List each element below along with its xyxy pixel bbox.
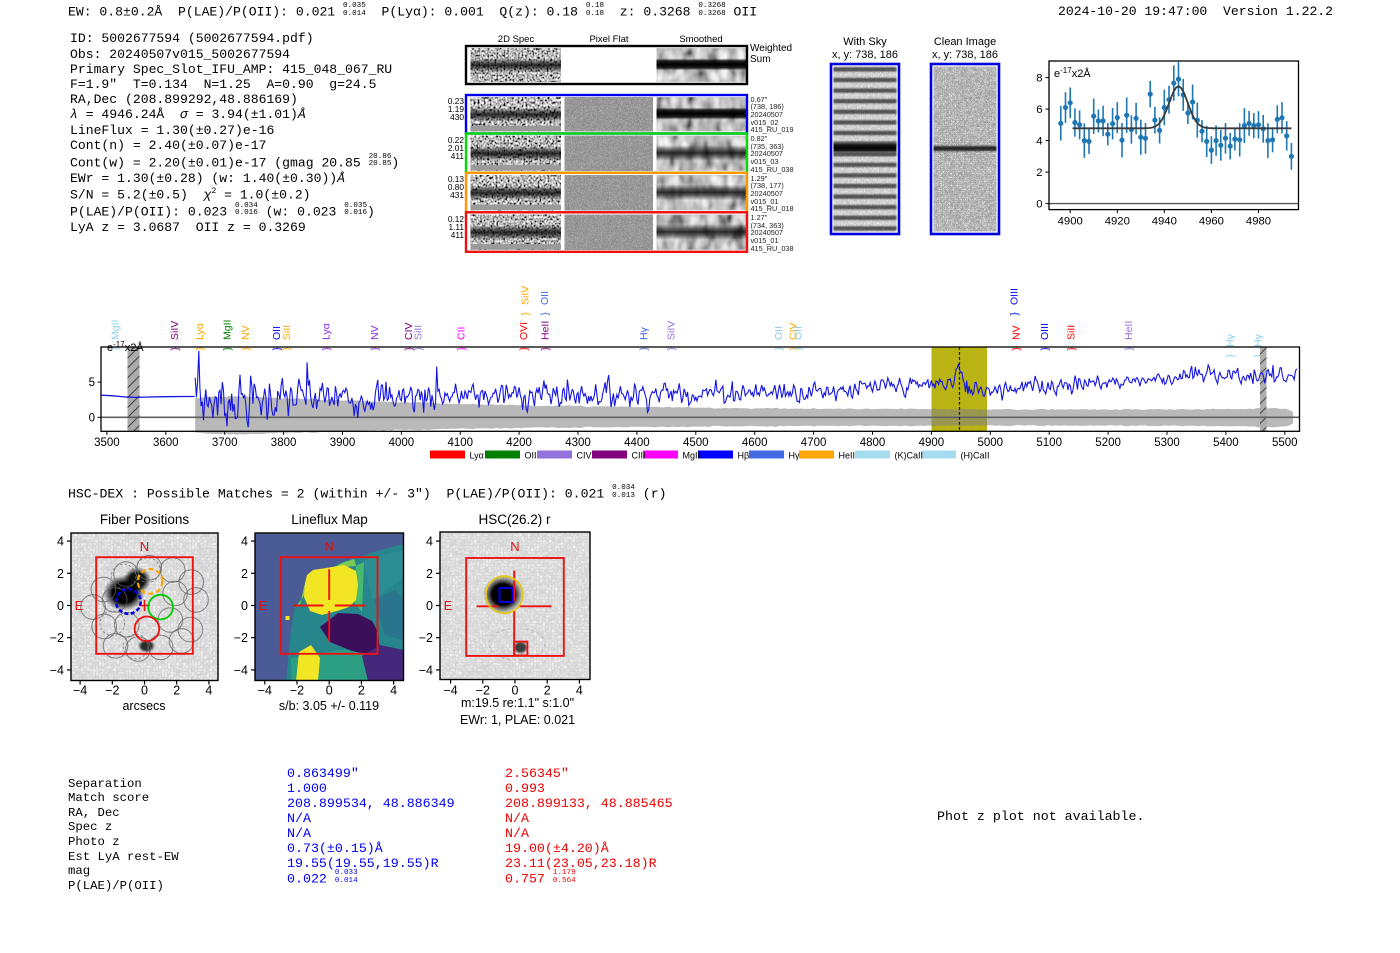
svg-text:MgII: MgII <box>110 320 122 340</box>
svg-text:Lyα: Lyα <box>470 451 484 461</box>
svg-text:5200: 5200 <box>1095 437 1121 449</box>
svg-text:}: } <box>1010 312 1021 316</box>
svg-text:4800: 4800 <box>860 437 886 449</box>
svg-text:SiIV: SiIV <box>169 321 181 340</box>
svg-text:CIV: CIV <box>577 451 592 461</box>
svg-text:5000: 5000 <box>978 437 1004 449</box>
svg-text:Lyα: Lyα <box>321 323 333 340</box>
svg-text:OIII: OIII <box>1039 323 1051 340</box>
svg-text:SiIV: SiIV <box>665 321 677 340</box>
svg-text:6: 6 <box>1036 104 1042 116</box>
svg-text:5300: 5300 <box>1154 437 1180 449</box>
svg-text:Hγ: Hγ <box>1224 333 1236 347</box>
svg-text:5: 5 <box>89 377 95 389</box>
svg-text:4900: 4900 <box>919 437 945 449</box>
svg-text:OIII: OIII <box>1009 288 1021 305</box>
svg-text:SiII: SiII <box>1065 325 1077 340</box>
svg-text:OVI: OVI <box>518 322 530 340</box>
svg-text:4100: 4100 <box>448 437 474 449</box>
svg-text:3700: 3700 <box>212 437 238 449</box>
svg-text:4: 4 <box>1036 136 1042 148</box>
svg-text:HeII: HeII <box>839 451 856 461</box>
svg-text:4940: 4940 <box>1152 216 1177 228</box>
svg-text:}: } <box>540 312 551 316</box>
svg-text:4980: 4980 <box>1246 216 1271 228</box>
svg-text:OII: OII <box>525 451 537 461</box>
svg-text:NV: NV <box>1011 325 1023 340</box>
svg-text:SiII: SiII <box>281 325 293 340</box>
svg-text:4900: 4900 <box>1058 216 1083 228</box>
svg-text:HeII: HeII <box>1123 321 1135 340</box>
svg-text:Hγ: Hγ <box>638 326 650 340</box>
svg-text:OII: OII <box>539 291 551 305</box>
svg-text:0: 0 <box>89 412 95 424</box>
svg-text:SiII: SiII <box>413 325 425 340</box>
svg-text:5100: 5100 <box>1036 437 1062 449</box>
svg-text:4600: 4600 <box>742 437 768 449</box>
svg-text:Hγ: Hγ <box>1253 333 1265 347</box>
svg-text:4000: 4000 <box>389 437 415 449</box>
svg-text:OII: OII <box>773 326 785 340</box>
svg-text:(H)CaII: (H)CaII <box>961 451 990 461</box>
svg-text:HeII: HeII <box>540 321 552 340</box>
svg-text:}: } <box>521 312 532 316</box>
svg-text:NV: NV <box>240 325 252 340</box>
svg-text:Lyα: Lyα <box>194 323 206 340</box>
svg-text:4300: 4300 <box>565 437 591 449</box>
svg-text:}: } <box>1225 354 1236 358</box>
svg-text:4200: 4200 <box>506 437 532 449</box>
svg-text:MgII: MgII <box>222 320 234 340</box>
svg-text:0: 0 <box>1036 199 1042 211</box>
svg-text:5400: 5400 <box>1213 437 1239 449</box>
svg-text:NV: NV <box>369 325 381 340</box>
svg-text:3800: 3800 <box>271 437 297 449</box>
svg-text:Hγ: Hγ <box>789 451 800 461</box>
svg-text:SiIV: SiIV <box>520 286 532 305</box>
svg-text:8: 8 <box>1036 73 1042 85</box>
svg-text:4700: 4700 <box>801 437 827 449</box>
svg-text:MgII: MgII <box>683 451 701 461</box>
svg-text:3900: 3900 <box>330 437 356 449</box>
svg-text:5500: 5500 <box>1272 437 1298 449</box>
svg-text:4400: 4400 <box>624 437 650 449</box>
svg-text:e-17x2Å: e-17x2Å <box>107 340 144 354</box>
svg-text:CII: CII <box>455 327 467 340</box>
svg-text:e-17x2Å: e-17x2Å <box>1054 66 1091 80</box>
svg-text:CIII: CIII <box>632 451 646 461</box>
svg-text:2: 2 <box>1036 167 1042 179</box>
svg-text:4920: 4920 <box>1105 216 1130 228</box>
svg-text:OII: OII <box>792 326 804 340</box>
svg-text:4960: 4960 <box>1199 216 1224 228</box>
svg-text:4500: 4500 <box>683 437 709 449</box>
svg-text:3600: 3600 <box>153 437 179 449</box>
svg-text:(K)CaII: (K)CaII <box>895 451 924 461</box>
svg-text:3500: 3500 <box>94 437 120 449</box>
svg-text:Hβ: Hβ <box>738 451 750 461</box>
